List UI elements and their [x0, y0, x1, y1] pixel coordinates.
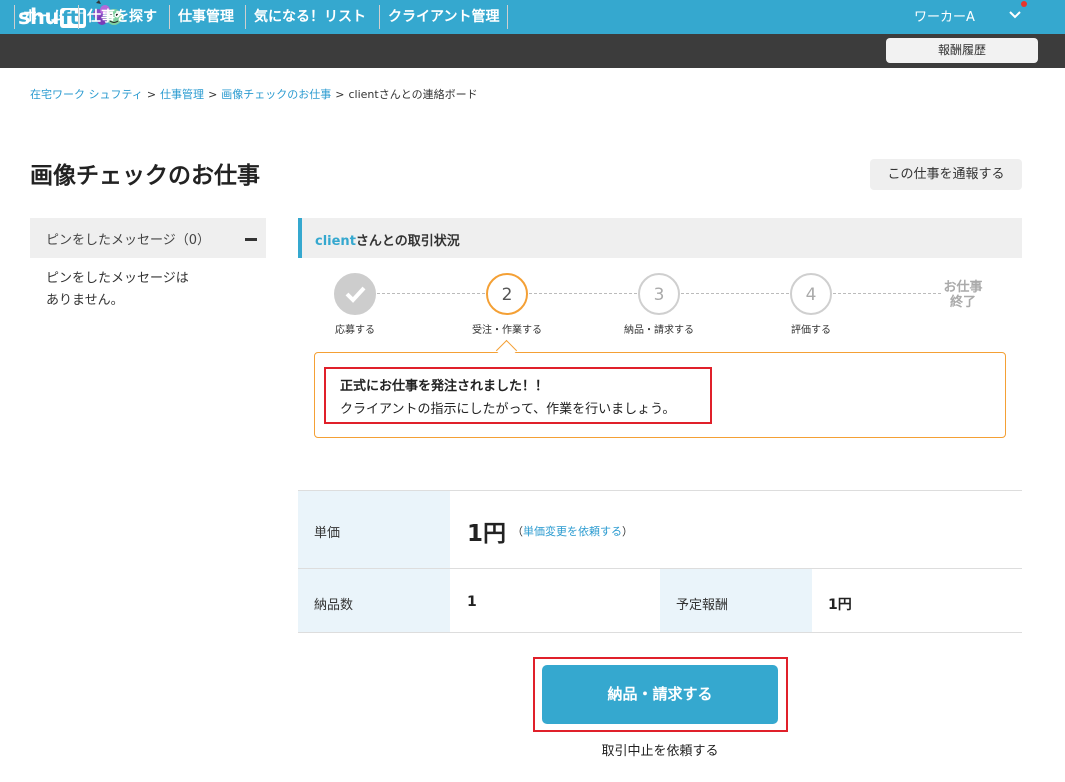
step-connector	[681, 293, 789, 294]
status-title-suffix: さんとの取引状況	[355, 234, 460, 249]
paren-close: ）	[622, 525, 633, 538]
step-2-circle: 2	[486, 273, 528, 315]
step-connector	[529, 293, 637, 294]
step-2-label: 受注・作業する	[472, 325, 542, 336]
notice-title: 正式にお仕事を発注されました！！	[340, 379, 549, 394]
transaction-status-header: clientさんとの取引状況	[298, 218, 1022, 258]
paren-open: （	[512, 525, 523, 538]
step-connector	[833, 293, 941, 294]
collapse-icon[interactable]	[245, 238, 257, 241]
step-4-label: 評価する	[791, 325, 831, 336]
breadcrumb-separator: >	[208, 88, 218, 101]
breadcrumb-job[interactable]: 画像チェックのお仕事	[221, 88, 331, 101]
table-divider	[298, 632, 1022, 633]
step-1-label: 応募する	[335, 325, 375, 336]
reward-value: 1円	[828, 597, 852, 613]
reward-history-button[interactable]: 報酬履歴	[886, 38, 1038, 63]
breadcrumb-current: clientさんとの連絡ボード	[348, 88, 478, 101]
pinned-messages-empty: ピンをしたメッセージは ありません。	[46, 271, 189, 308]
nav-job-management[interactable]: 仕事管理	[169, 5, 242, 29]
breadcrumb: 在宅ワーク シュフティ > 仕事管理 > 画像チェックのお仕事 > clientさんとの連絡…	[30, 86, 478, 102]
step-3-circle: 3	[638, 273, 680, 315]
nav-find-jobs[interactable]: 仕事を探す	[78, 5, 165, 29]
reward-label: 予定報酬	[660, 569, 812, 632]
unit-price-change: （単価変更を依頼する）	[512, 523, 633, 539]
breadcrumb-separator: >	[146, 88, 157, 101]
nav-client-management[interactable]: クライアント管理	[379, 5, 509, 29]
breadcrumb-home[interactable]: 在宅ワーク シュフティ	[30, 88, 143, 101]
deliver-invoice-button[interactable]: 納品・請求する	[542, 665, 778, 724]
page-title: 画像チェックのお仕事	[30, 163, 260, 189]
user-name[interactable]: ワーカーA	[914, 6, 975, 25]
pinned-messages-header[interactable]: ピンをしたメッセージ（0）	[30, 218, 266, 258]
nav-home[interactable]: ホーム	[14, 5, 73, 29]
pinned-messages-title: ピンをしたメッセージ（0）	[46, 233, 211, 248]
chevron-down-icon[interactable]	[1006, 6, 1024, 24]
report-job-button[interactable]: この仕事を通報する	[870, 159, 1022, 190]
quantity-value: 1	[467, 594, 477, 610]
step-connector	[377, 293, 485, 294]
nav-watchlist[interactable]: 気になる！リスト	[245, 5, 374, 29]
breadcrumb-job-management[interactable]: 仕事管理	[160, 88, 204, 101]
request-cancel-link[interactable]: 取引中止を依頼する	[560, 740, 760, 759]
step-4-circle: 4	[790, 273, 832, 315]
client-name[interactable]: client	[315, 234, 356, 249]
step-3-label: 納品・請求する	[624, 325, 694, 336]
step-1-check-icon	[334, 273, 376, 315]
unit-price-label: 単価	[298, 491, 450, 568]
transaction-status-title: clientさんとの取引状況	[315, 230, 460, 249]
request-price-change-link[interactable]: 単価変更を依頼する	[523, 525, 622, 538]
notification-dot	[1021, 1, 1027, 7]
unit-price-value: 1円	[467, 521, 507, 547]
breadcrumb-separator: >	[335, 88, 345, 101]
step-end-label: お仕事 終了	[943, 280, 983, 310]
quantity-label: 納品数	[298, 569, 450, 632]
notice-body: クライアントの指示にしたがって、作業を行いましょう。	[340, 402, 676, 417]
